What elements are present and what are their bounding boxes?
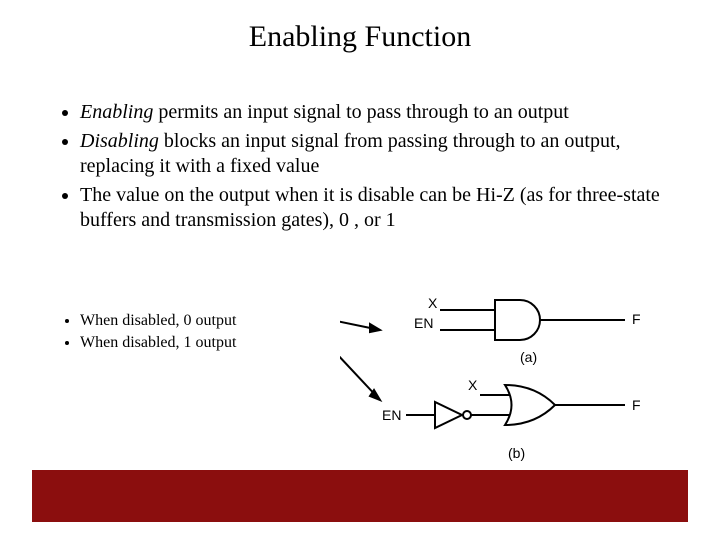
or-gate-circuit [406,385,625,428]
sub-bullet-list: When disabled, 0 output When disabled, 1… [60,310,320,353]
bullet-output-value: The value on the output when it is disab… [80,183,660,233]
and-gate-circuit [440,300,625,340]
bullet-emph: Enabling [80,101,153,123]
bullet-text: permits an input signal to pass through … [153,101,569,123]
sub-bullet-one: When disabled, 1 output [80,332,320,354]
input-en-label-a: EN [414,315,433,331]
slide: Enabling Function Enabling permits an in… [0,0,720,540]
page-title: Enabling Function [0,20,720,54]
bullet-text: The value on the output when it is disab… [80,184,660,231]
input-x-label-b: X [468,377,478,393]
logic-diagram: X EN F (a) X EN [340,290,660,480]
caption-b: (b) [508,445,525,461]
footer-bar [32,470,688,522]
bullet-text: blocks an input signal from passing thro… [80,130,621,177]
output-f-label-b: F [632,397,641,413]
caption-a: (a) [520,349,537,365]
arrow-icon [340,318,380,400]
bullet-enabling: Enabling permits an input signal to pass… [80,100,660,125]
input-en-label-b: EN [382,407,401,423]
input-x-label-a: X [428,295,438,311]
main-bullet-list: Enabling permits an input signal to pass… [60,100,660,237]
sub-bullet-zero: When disabled, 0 output [80,310,320,332]
bullet-disabling: Disabling blocks an input signal from pa… [80,129,660,179]
output-f-label-a: F [632,311,641,327]
bullet-emph: Disabling [80,130,159,152]
